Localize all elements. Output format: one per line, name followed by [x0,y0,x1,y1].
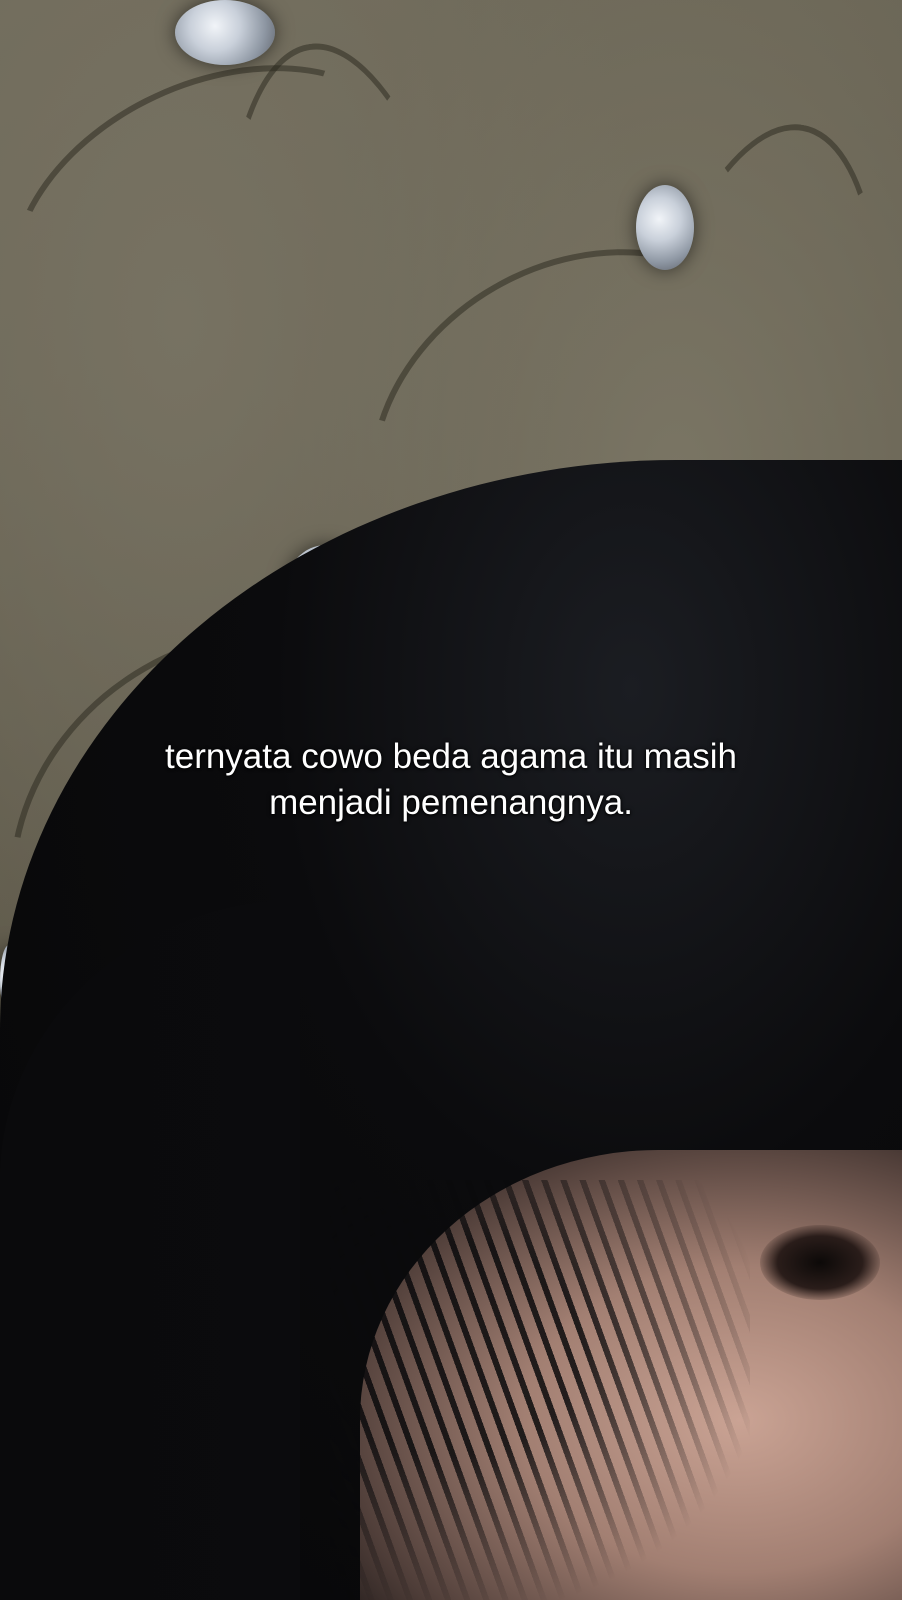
caption-line-2: menjadi pemenangnya. [269,783,633,822]
eye [760,1225,880,1300]
sofa-crystal-button [175,0,275,65]
caption-line-1: ternyata cowo beda agama itu masih [165,737,737,776]
photo-scene: ternyata cowo beda agama itu masih menja… [0,0,902,1600]
hair-strands [330,1180,750,1600]
sofa-crystal-button [636,185,694,270]
caption-overlay: ternyata cowo beda agama itu masih menja… [0,734,902,826]
